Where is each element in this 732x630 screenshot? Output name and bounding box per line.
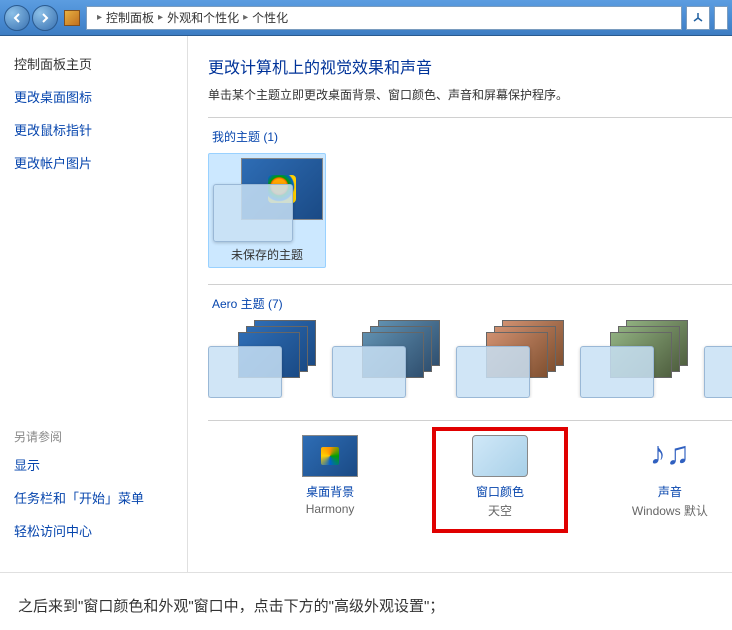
nav-buttons — [4, 5, 58, 31]
sidebar-link-taskbar[interactable]: 任务栏和「开始」菜单 — [14, 488, 173, 507]
breadcrumb-seg[interactable]: 个性化 — [252, 9, 288, 26]
breadcrumb-seg[interactable]: 外观和个性化 — [167, 9, 239, 26]
theme-preview — [213, 158, 323, 242]
aero-theme-tile[interactable] — [456, 320, 568, 398]
search-stub[interactable] — [714, 6, 728, 30]
aero-theme-tile[interactable] — [332, 320, 444, 398]
sidebar-link-desktop-icons[interactable]: 更改桌面图标 — [14, 87, 173, 106]
refresh-button[interactable] — [686, 6, 710, 30]
content: 更改计算机上的视觉效果和声音 单击某个主题立即更改桌面背景、窗口颜色、声音和屏幕… — [188, 36, 732, 572]
sidebar: 控制面板主页 更改桌面图标 更改鼠标指针 更改帐户图片 另请参阅 显示 任务栏和… — [0, 36, 188, 572]
sounds-value: Windows 默认 — [608, 502, 732, 519]
page-subtitle: 单击某个主题立即更改桌面背景、窗口颜色、声音和屏幕保护程序。 — [208, 86, 732, 103]
sidebar-link-display[interactable]: 显示 — [14, 455, 173, 474]
sidebar-link-account-picture[interactable]: 更改帐户图片 — [14, 153, 173, 172]
desktop-background-label: 桌面背景 — [268, 483, 392, 500]
see-also-label: 另请参阅 — [14, 428, 173, 445]
settings-row: 桌面背景 Harmony 窗口颜色 天空 ♪♫ 声音 Windows 默认 — [208, 420, 732, 533]
caption: 之后来到"窗口颜色和外观"窗口中，点击下方的"高级外观设置"； — [0, 572, 732, 630]
desktop-background-icon — [302, 435, 358, 477]
window-body: 控制面板主页 更改桌面图标 更改鼠标指针 更改帐户图片 另请参阅 显示 任务栏和… — [0, 36, 732, 572]
titlebar: ▸ 控制面板 ▸ 外观和个性化 ▸ 个性化 — [0, 0, 732, 36]
sounds-icon: ♪♫ — [642, 435, 698, 477]
desktop-background-button[interactable]: 桌面背景 Harmony — [268, 435, 392, 533]
sounds-button[interactable]: ♪♫ 声音 Windows 默认 — [608, 435, 732, 533]
page-title: 更改计算机上的视觉效果和声音 — [208, 54, 732, 78]
theme-tile-label: 未保存的主题 — [213, 246, 321, 263]
breadcrumb[interactable]: ▸ 控制面板 ▸ 外观和个性化 ▸ 个性化 — [86, 6, 682, 30]
window-color-icon — [472, 435, 528, 477]
desktop-background-value: Harmony — [268, 502, 392, 516]
aero-themes-label: Aero 主题 (7) — [212, 295, 732, 312]
my-themes-section: 我的主题 (1) 未保存的主题 — [208, 117, 732, 268]
my-themes-label: 我的主题 (1) — [212, 128, 732, 145]
window-color-value: 天空 — [444, 502, 556, 519]
aero-themes-section: Aero 主题 (7) — [208, 284, 732, 398]
breadcrumb-seg[interactable]: 控制面板 — [106, 9, 154, 26]
aero-theme-tile[interactable] — [208, 320, 320, 398]
forward-button[interactable] — [32, 5, 58, 31]
window-color-button[interactable]: 窗口颜色 天空 — [432, 427, 568, 533]
theme-tile-unsaved[interactable]: 未保存的主题 — [208, 153, 326, 268]
address-icon — [64, 10, 80, 26]
aero-theme-tile[interactable] — [580, 320, 692, 398]
sidebar-link-ease-of-access[interactable]: 轻松访问中心 — [14, 521, 173, 540]
sidebar-title: 控制面板主页 — [14, 54, 173, 73]
window-color-label: 窗口颜色 — [444, 483, 556, 500]
back-button[interactable] — [4, 5, 30, 31]
aero-theme-tile[interactable] — [704, 320, 732, 398]
sidebar-link-mouse-pointers[interactable]: 更改鼠标指针 — [14, 120, 173, 139]
sounds-label: 声音 — [608, 483, 732, 500]
